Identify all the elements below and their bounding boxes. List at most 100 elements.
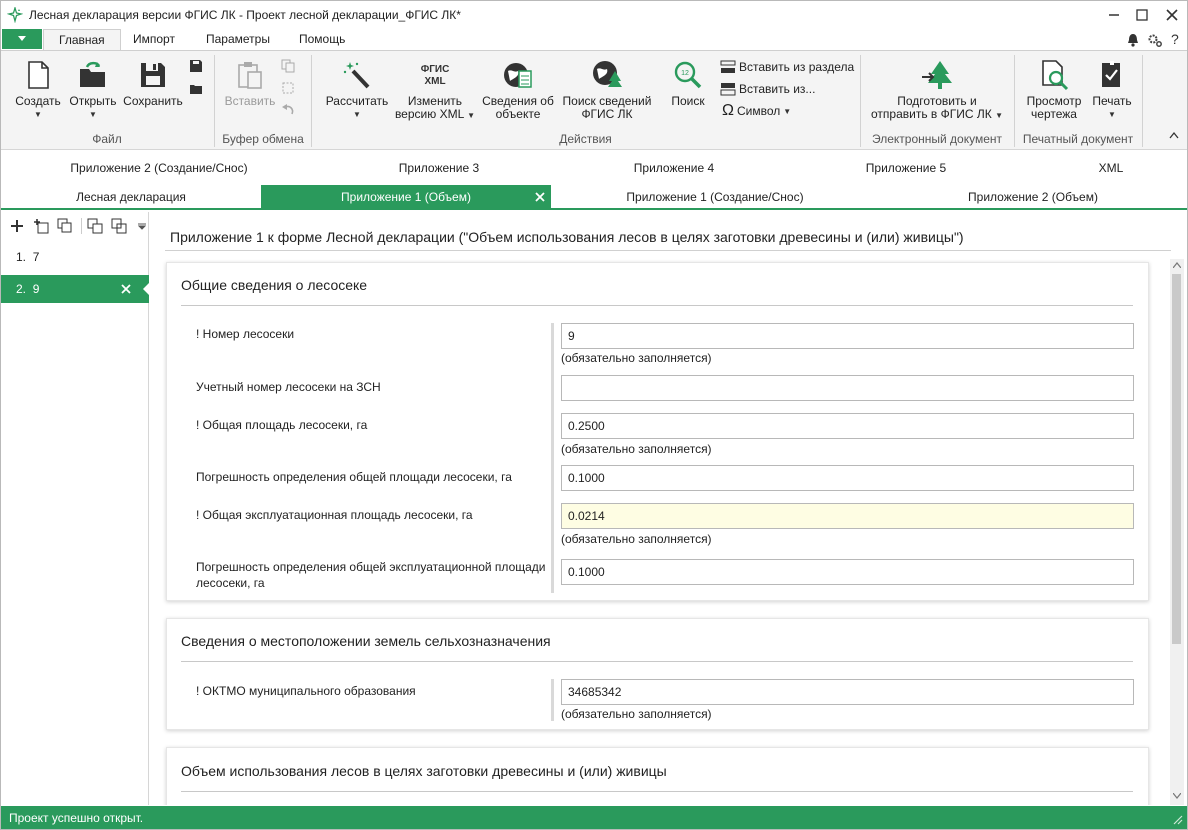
collapse-ribbon-icon[interactable]	[1169, 131, 1179, 139]
move-down-icon[interactable]	[110, 217, 128, 235]
maximize-button[interactable]	[1131, 5, 1153, 25]
insert-section-icon	[720, 60, 736, 73]
main-form-area: Приложение 1 к форме Лесной декларации (…	[150, 212, 1187, 805]
calculate-button[interactable]: Рассчитать ▼	[323, 59, 391, 121]
group-label-electronic-document: Электронный документ	[871, 132, 1003, 146]
insert-from-icon	[720, 83, 736, 96]
settings-gear-icon[interactable]	[1147, 32, 1163, 48]
search-icon: 12	[674, 61, 702, 89]
create-button[interactable]: Создать ▼	[13, 59, 63, 121]
total-area-error-input[interactable]	[561, 465, 1134, 491]
list-item[interactable]: 1. 7	[1, 243, 149, 271]
tab-appendix-2-create-demolish[interactable]: Приложение 2 (Создание/Снос)	[1, 156, 317, 180]
group-label-file: Файл	[92, 132, 122, 146]
tab-forest-declaration[interactable]: Лесная декларация	[1, 185, 261, 209]
delete-item-icon[interactable]	[121, 275, 131, 303]
document-tabs: Приложение 2 (Создание/Снос) Приложение …	[1, 154, 1187, 210]
copy-icon[interactable]	[281, 59, 295, 73]
list-item-active[interactable]: 2. 9	[1, 275, 149, 303]
duplicate-icon[interactable]	[56, 217, 74, 235]
floppy-disk-icon	[141, 63, 165, 87]
tab-appendix-1-volume[interactable]: Приложение 1 (Объем)	[261, 185, 551, 209]
save-button[interactable]: Сохранить	[123, 59, 183, 108]
scroll-thumb[interactable]	[1172, 274, 1181, 644]
operational-area-error-input[interactable]	[561, 559, 1134, 585]
notification-bell-icon[interactable]	[1125, 32, 1141, 48]
move-up-icon[interactable]	[86, 217, 104, 235]
operational-area-input[interactable]	[561, 503, 1134, 529]
close-window-button[interactable]	[1161, 5, 1183, 25]
plot-number-input[interactable]	[561, 323, 1134, 349]
section-title: Общие сведения о лесосеке	[181, 277, 368, 293]
field-group-bar	[551, 679, 554, 721]
fgis-xml-icon: ФГИС XML	[420, 64, 450, 87]
tab-parameters[interactable]: Параметры	[191, 29, 285, 51]
group-label-print-document: Печатный документ	[1022, 132, 1134, 146]
field-label: ! Общая площадь лесосеки, га	[196, 418, 368, 432]
symbol-button[interactable]: Ω Символ ▼	[722, 103, 791, 119]
field-label: ! ОКТМО муниципального образования	[196, 684, 416, 698]
oktmo-input[interactable]	[561, 679, 1134, 705]
app-logo-icon	[7, 7, 23, 23]
recent-folder-icon[interactable]	[189, 81, 203, 95]
prepare-send-button[interactable]: Подготовить и отправить в ФГИС ЛК ▼	[867, 59, 1007, 122]
title-bar: Лесная декларация версии ФГИС ЛК - Проек…	[1, 1, 1187, 29]
insert-from-section-button[interactable]: Вставить из раздела	[720, 60, 854, 74]
section-forest-use-volume: Объем использования лесов в целях загото…	[166, 747, 1149, 805]
tab-home[interactable]: Главная	[43, 29, 121, 52]
object-info-button[interactable]: Сведения об объекте	[480, 59, 556, 121]
new-document-icon	[28, 61, 49, 89]
section-title: Сведения о местоположении земель сельхоз…	[181, 633, 551, 649]
total-area-input[interactable]	[561, 413, 1134, 439]
add-copy-icon[interactable]	[32, 217, 50, 235]
file-menu-button[interactable]	[2, 29, 42, 49]
scroll-down-icon[interactable]	[1173, 793, 1181, 799]
divider	[165, 250, 1171, 251]
svg-text:12: 12	[681, 70, 689, 77]
required-hint: (обязательно заполняется)	[561, 442, 712, 456]
sidebar: 1. 7 2. 9	[1, 212, 149, 805]
drawing-preview-button[interactable]: Просмотр чертежа	[1021, 59, 1087, 121]
field-label: Погрешность определения общей площади ле…	[196, 470, 512, 484]
group-label-clipboard: Буфер обмена	[222, 132, 304, 146]
cut-icon[interactable]	[281, 81, 295, 95]
open-button[interactable]: Открыть ▼	[67, 59, 119, 121]
search-button[interactable]: 12 Поиск	[665, 59, 711, 108]
ribbon-tab-bar: Главная Импорт Параметры Помощь ?	[1, 29, 1187, 52]
vertical-scrollbar[interactable]	[1170, 259, 1184, 805]
fgis-search-button[interactable]: Поиск сведений ФГИС ЛК	[559, 59, 655, 121]
field-label: ! Номер лесосеки	[196, 327, 295, 341]
section-general-info: Общие сведения о лесосеке ! Номер лесосе…	[166, 262, 1149, 601]
change-xml-version-button[interactable]: ФГИС XML Изменить версию XML ▼	[393, 59, 477, 122]
zsn-account-number-input[interactable]	[561, 375, 1134, 401]
tab-help[interactable]: Помощь	[284, 29, 360, 51]
selection-pointer	[143, 283, 149, 295]
field-label: Учетный номер лесосеки на ЗСН	[196, 380, 381, 394]
tab-appendix-2-volume[interactable]: Приложение 2 (Объем)	[879, 185, 1187, 209]
toolbar-more-icon[interactable]	[137, 217, 147, 235]
field-label: ! Общая эксплуатационная площадь лесосек…	[196, 508, 473, 522]
globe-document-icon	[504, 63, 532, 88]
required-hint: (обязательно заполняется)	[561, 707, 712, 721]
section-title: Объем использования лесов в целях загото…	[181, 763, 667, 779]
print-button[interactable]: Печать ▼	[1089, 59, 1135, 121]
tab-xml[interactable]: XML	[1025, 156, 1188, 180]
tab-appendix-4[interactable]: Приложение 4	[561, 156, 787, 180]
caret-down-icon	[18, 36, 26, 41]
tab-appendix-3[interactable]: Приложение 3	[317, 156, 561, 180]
tab-appendix-1-create-demolish[interactable]: Приложение 1 (Создание/Снос)	[551, 185, 879, 209]
close-tab-icon[interactable]	[535, 185, 545, 209]
add-icon[interactable]	[8, 217, 26, 235]
separator	[81, 218, 82, 234]
tab-appendix-5[interactable]: Приложение 5	[787, 156, 1025, 180]
save-as-icon[interactable]	[189, 59, 203, 73]
help-icon[interactable]: ?	[1171, 31, 1179, 47]
tab-import[interactable]: Импорт	[118, 29, 190, 51]
undo-icon[interactable]	[281, 103, 295, 117]
paste-button[interactable]: Вставить	[223, 59, 277, 108]
resize-grip-icon[interactable]	[1173, 815, 1183, 825]
status-text: Проект успешно открыт.	[9, 811, 144, 825]
scroll-up-icon[interactable]	[1173, 262, 1181, 268]
insert-from-button[interactable]: Вставить из...	[720, 82, 815, 96]
minimize-button[interactable]	[1103, 5, 1125, 25]
